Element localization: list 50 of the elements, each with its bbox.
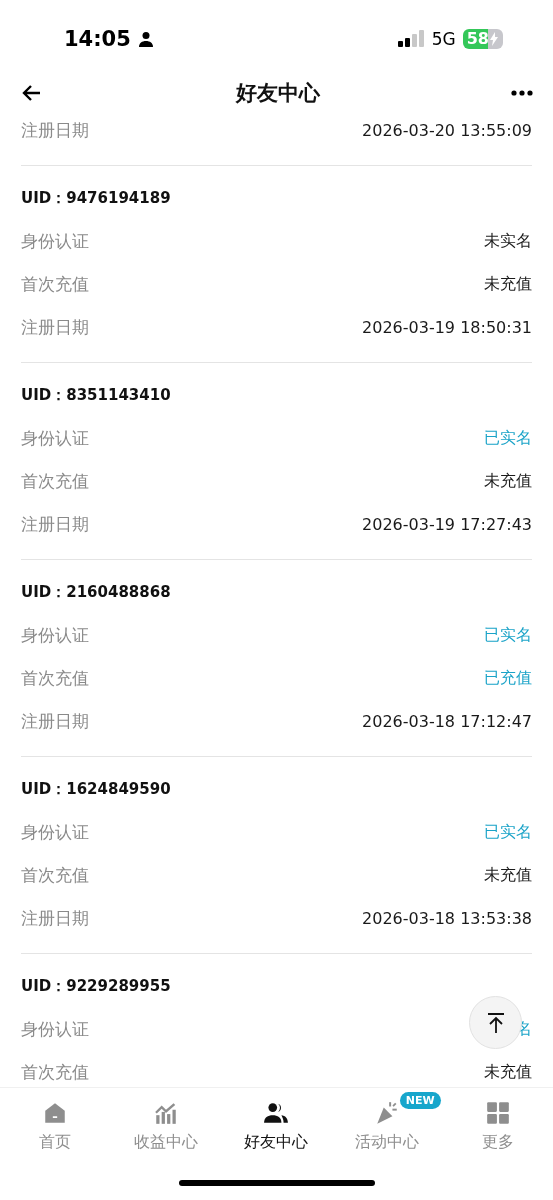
tab-item[interactable]: 收益中心 — [110, 1088, 222, 1166]
field-label: 身份认证 — [21, 230, 89, 253]
grid-icon — [484, 1100, 511, 1126]
tab-item[interactable]: 首页 — [0, 1088, 111, 1166]
field-label: 首次充值 — [21, 273, 89, 296]
field-label: 注册日期 — [21, 907, 89, 930]
uid-text: UID：9476194189 — [21, 189, 171, 208]
field-value: 已充值 — [484, 668, 532, 689]
field-value: 2026-03-18 17:12:47 — [362, 712, 532, 731]
field-label: 身份认证 — [21, 1018, 89, 1041]
field-label: 身份认证 — [21, 427, 89, 450]
field-value: 2026-03-18 13:53:38 — [362, 909, 532, 928]
field-label: 注册日期 — [21, 513, 89, 536]
field-label: 首次充值 — [21, 667, 89, 690]
field-label: 注册日期 — [21, 710, 89, 733]
field-label: 身份认证 — [21, 624, 89, 647]
person-icon — [137, 30, 154, 47]
field-value: 未充值 — [484, 471, 532, 492]
field-value: 未充值 — [484, 1062, 532, 1083]
field-value: 未实名 — [484, 231, 532, 252]
more-button[interactable] — [511, 89, 533, 97]
field-value: 2026-03-19 18:50:31 — [362, 318, 532, 337]
field-value: 未充值 — [484, 274, 532, 295]
field-label: 首次充值 — [21, 1061, 89, 1084]
battery-icon: 58 — [462, 28, 503, 49]
field-value: 已实名 — [484, 625, 532, 646]
status-time: 14:05 — [64, 26, 131, 51]
tab-item[interactable]: 好友中心 — [221, 1088, 332, 1166]
uid-text: UID：8351143410 — [21, 386, 171, 405]
field-value: 已实名 — [484, 428, 532, 449]
field-label: 首次充值 — [21, 864, 89, 887]
tab-item[interactable]: NEW 活动中心 — [331, 1088, 443, 1166]
arrow-to-top-icon — [485, 1011, 506, 1034]
field-value: 已实名 — [484, 822, 532, 843]
tab-item[interactable]: 更多 — [442, 1088, 553, 1166]
field-value: 2026-03-20 13:55:09 — [362, 121, 532, 140]
field-label: 注册日期 — [21, 316, 89, 339]
uid-text: UID：1624849590 — [21, 780, 171, 799]
field-value: 2026-03-19 17:27:43 — [362, 515, 532, 534]
new-badge: NEW — [399, 1092, 441, 1109]
page-title: 好友中心 — [235, 80, 320, 107]
field-label: 注册日期 — [21, 119, 89, 142]
field-label: 身份认证 — [21, 821, 89, 844]
uid-text: UID：9229289955 — [21, 977, 171, 996]
field-label: 首次充值 — [21, 470, 89, 493]
signal-icon — [397, 30, 425, 47]
field-value: 未充值 — [484, 865, 532, 886]
uid-text: UID：2160488868 — [21, 583, 171, 602]
network-type: 5G — [431, 28, 456, 49]
users-icon — [263, 1100, 290, 1126]
